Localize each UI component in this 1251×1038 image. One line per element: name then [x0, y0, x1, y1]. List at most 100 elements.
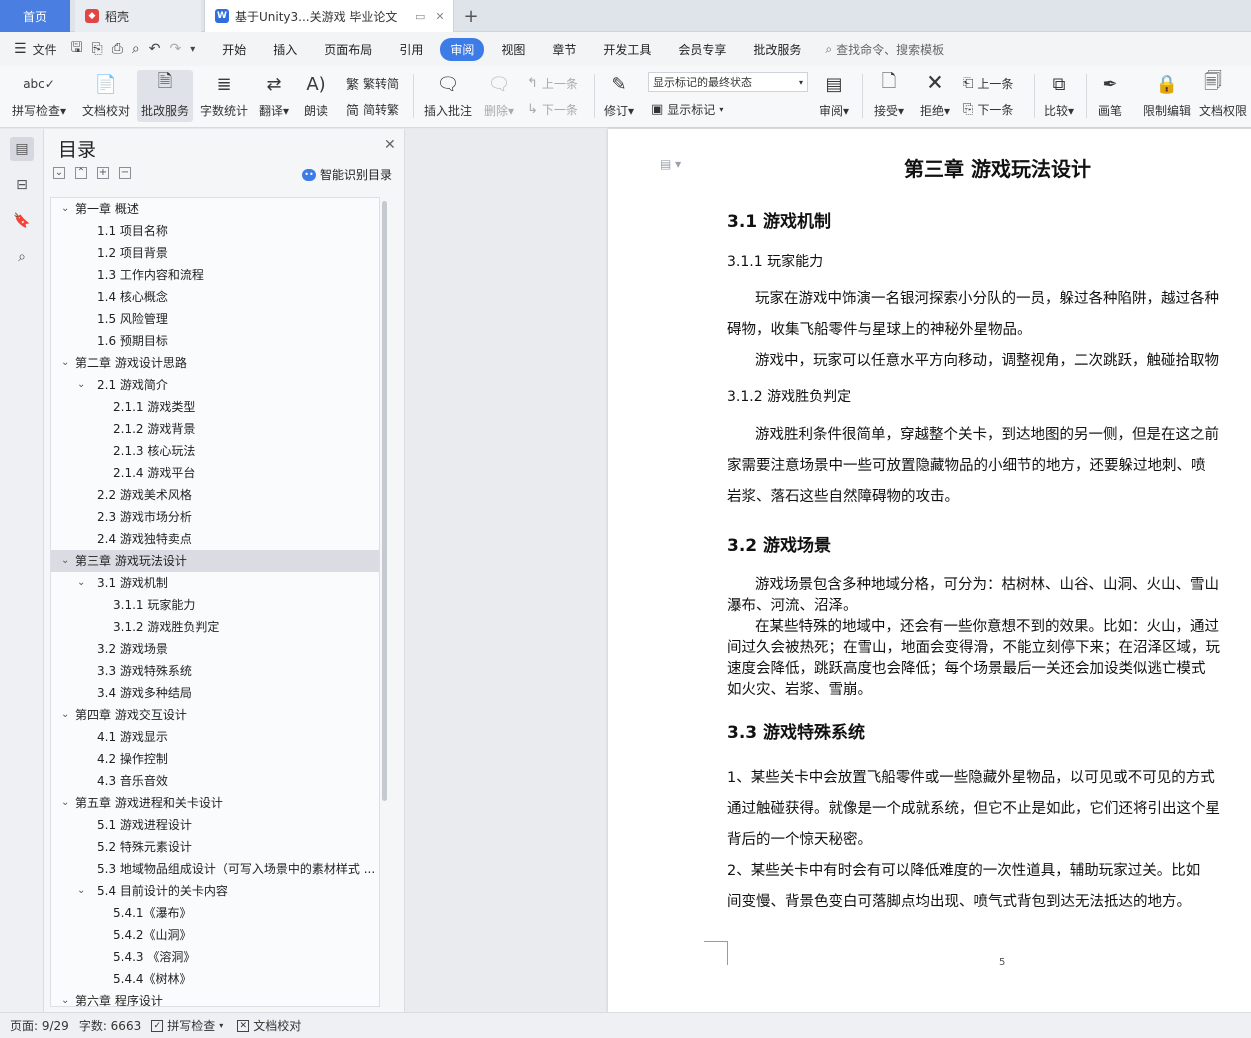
insert-comment-button[interactable]: 🗨 插入批注: [420, 70, 476, 122]
trad-to-simp-button[interactable]: 繁繁转简: [346, 72, 399, 94]
chevron-down-icon[interactable]: ⌄: [77, 880, 85, 902]
search-icon[interactable]: ⌕: [10, 245, 34, 269]
menu-tab-9[interactable]: 批改服务: [743, 38, 811, 61]
next-comment-button[interactable]: ↳ 下一条: [527, 98, 578, 120]
translate-button[interactable]: ⇄ 翻译▾: [256, 70, 292, 122]
restrict-edit-button[interactable]: 🔒 限制编辑: [1140, 70, 1194, 122]
toc-item[interactable]: ⌄ 第二章 游戏设计思路: [51, 352, 379, 374]
toc-item[interactable]: ⌄ 3.1 游戏机制: [51, 572, 379, 594]
menu-tab-5[interactable]: 视图: [491, 38, 535, 61]
toc-item[interactable]: 1.6 预期目标: [51, 330, 379, 352]
chevron-down-icon[interactable]: ⌄: [61, 352, 69, 374]
toc-item[interactable]: ⌄ 第六章 程序设计: [51, 990, 379, 1006]
toc-item[interactable]: 2.1.3 核心玩法: [51, 440, 379, 462]
document-page[interactable]: ▤ ▾ 第三章 游戏玩法设计 3.1 游戏机制 3.1.1 玩家能力 玩家在游戏…: [608, 129, 1251, 1012]
read-aloud-button[interactable]: A) 朗读: [300, 70, 332, 122]
print-preview-icon[interactable]: ⌕: [132, 41, 140, 57]
file-menu[interactable]: ☰ 文件: [14, 41, 57, 58]
accept-button[interactable]: 🗋 接受▾: [870, 70, 908, 122]
chevron-down-icon[interactable]: ⌄: [77, 572, 85, 594]
toc-item[interactable]: 1.3 工作内容和流程: [51, 264, 379, 286]
reject-button[interactable]: 🗙 拒绝▾: [916, 70, 954, 122]
menu-tab-1[interactable]: 插入: [263, 38, 307, 61]
toc-item[interactable]: 2.3 游戏市场分析: [51, 506, 379, 528]
expand-up-icon[interactable]: ⌃: [75, 167, 87, 179]
toc-item[interactable]: 5.4.3 《溶洞》: [51, 946, 379, 968]
review-service-button[interactable]: 🗎 批改服务: [137, 70, 193, 122]
toc-item[interactable]: 1.1 项目名称: [51, 220, 379, 242]
delete-comment-button[interactable]: 🗨 删除▾: [480, 70, 518, 122]
word-count-indicator[interactable]: 字数: 6663: [79, 1017, 141, 1034]
toc-item[interactable]: 2.1.4 游戏平台: [51, 462, 379, 484]
bookmark-icon[interactable]: 🔖: [10, 209, 34, 233]
chevron-down-icon[interactable]: ⌄: [61, 792, 69, 814]
next-change-button[interactable]: ⎘ 下一条: [963, 98, 1013, 120]
export-pdf-icon[interactable]: ⎘: [92, 41, 103, 57]
toc-item[interactable]: ⌄ 2.1 游戏简介: [51, 374, 379, 396]
show-markup-button[interactable]: ▣ 显示标记 ▾: [651, 98, 723, 120]
window-restore-icon[interactable]: ▭: [415, 10, 425, 23]
menu-tab-8[interactable]: 会员专享: [668, 38, 736, 61]
menu-tab-7[interactable]: 开发工具: [593, 38, 661, 61]
save-icon[interactable]: 🖫: [71, 37, 83, 61]
word-count-button[interactable]: ≣ 字数统计: [197, 70, 251, 122]
spell-check-button[interactable]: abc✓ 拼写检查▾: [8, 70, 70, 122]
doc-permission-button[interactable]: 🗐 文档权限: [1199, 70, 1251, 122]
close-icon[interactable]: ✕: [384, 137, 396, 153]
toc-item[interactable]: 3.1.1 玩家能力: [51, 594, 379, 616]
tab-daoke[interactable]: ◆ 稻壳: [75, 0, 201, 32]
toc-item[interactable]: 2.2 游戏美术风格: [51, 484, 379, 506]
menu-tab-4[interactable]: 审阅: [440, 37, 485, 61]
chevron-down-icon[interactable]: ⌄: [61, 550, 69, 572]
toc-item[interactable]: 5.2 特殊元素设计: [51, 836, 379, 858]
toc-item[interactable]: 3.1.2 游戏胜负判定: [51, 616, 379, 638]
prev-comment-button[interactable]: ↰ 上一条: [527, 72, 578, 94]
toc-item[interactable]: 5.4.1《瀑布》: [51, 902, 379, 924]
tab-document[interactable]: W 基于Unity3...关游戏 毕业论文 ▭ ✕: [204, 0, 454, 32]
pen-button[interactable]: ✒ 画笔: [1092, 70, 1128, 122]
print-icon[interactable]: ⎙: [112, 41, 123, 57]
simp-to-trad-button[interactable]: 简简转繁: [346, 98, 399, 120]
toc-item[interactable]: 5.4.2《山洞》: [51, 924, 379, 946]
toc-item[interactable]: 4.3 音乐音效: [51, 770, 379, 792]
review-pane-button[interactable]: ▤ 审阅▾: [815, 70, 853, 122]
page-indicator[interactable]: 页面: 9/29: [10, 1017, 69, 1034]
tab-close-icon[interactable]: ✕: [435, 10, 444, 23]
command-search[interactable]: ⌕ 查找命令、搜索模板: [825, 41, 944, 58]
toc-icon[interactable]: ▤: [10, 137, 34, 161]
toc-item[interactable]: 2.4 游戏独特卖点: [51, 528, 379, 550]
new-tab-icon[interactable]: +: [456, 0, 486, 32]
chapter-icon[interactable]: ⊟: [10, 173, 34, 197]
smart-toc-button[interactable]: •• 智能识别目录: [302, 166, 392, 183]
redo-icon[interactable]: ↷: [170, 41, 182, 57]
toc-item[interactable]: 4.2 操作控制: [51, 748, 379, 770]
toc-item[interactable]: ⌄ 5.4 目前设计的关卡内容: [51, 880, 379, 902]
compare-button[interactable]: ⧉ 比较▾: [1040, 70, 1078, 122]
toc-item[interactable]: ⌄ 第五章 游戏进程和关卡设计: [51, 792, 379, 814]
toc-item[interactable]: 3.3 游戏特殊系统: [51, 660, 379, 682]
toc-item[interactable]: ⌄ 第四章 游戏交互设计: [51, 704, 379, 726]
toc-item[interactable]: 5.1 游戏进程设计: [51, 814, 379, 836]
undo-icon[interactable]: ↶: [149, 41, 161, 57]
toc-item[interactable]: 1.4 核心概念: [51, 286, 379, 308]
chevron-down-icon[interactable]: ⌄: [77, 374, 85, 396]
menu-tab-2[interactable]: 页面布局: [314, 38, 382, 61]
add-heading-icon[interactable]: +: [97, 167, 109, 179]
toc-item[interactable]: 4.1 游戏显示: [51, 726, 379, 748]
chevron-down-icon[interactable]: ⌄: [61, 704, 69, 726]
toc-item[interactable]: 3.4 游戏多种结局: [51, 682, 379, 704]
toc-item[interactable]: 1.2 项目背景: [51, 242, 379, 264]
doc-check-status[interactable]: ✕ 文档校对: [237, 1017, 301, 1034]
toc-item[interactable]: 5.3 地域物品组成设计（可写入场景中的素材样式 ...: [51, 858, 379, 880]
menu-tab-3[interactable]: 引用: [389, 38, 433, 61]
toc-item[interactable]: ⌄ 第三章 游戏玩法设计: [51, 550, 379, 572]
toc-item[interactable]: 2.1.2 游戏背景: [51, 418, 379, 440]
toc-scrollbar[interactable]: [382, 201, 387, 801]
prev-change-button[interactable]: ⎗ 上一条: [963, 72, 1013, 94]
toc-item[interactable]: 5.4.4《树林》: [51, 968, 379, 990]
track-changes-button[interactable]: ✎ 修订▾: [600, 70, 638, 122]
toc-item[interactable]: ⌄ 第一章 概述: [51, 198, 379, 220]
toc-item[interactable]: 1.5 风险管理: [51, 308, 379, 330]
toc-item[interactable]: 3.2 游戏场景: [51, 638, 379, 660]
more-chevron-icon[interactable]: ▾: [190, 44, 195, 55]
